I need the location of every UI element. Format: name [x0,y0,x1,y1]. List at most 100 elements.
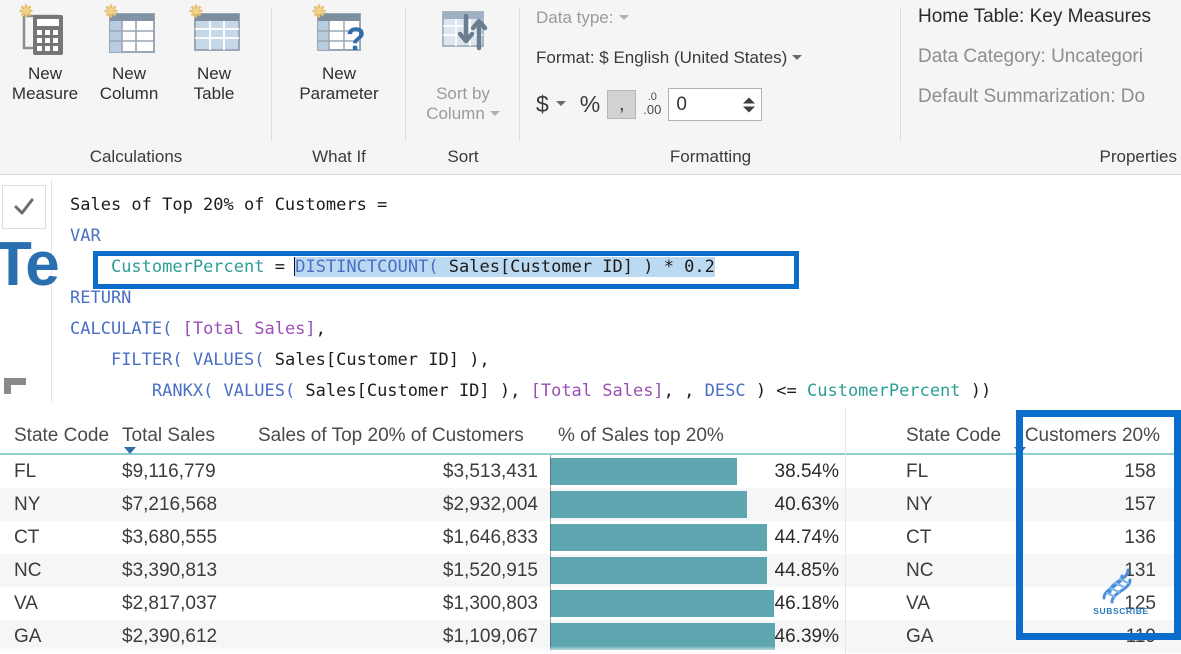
commit-formula-button[interactable] [2,185,46,229]
cell-total-sales: $3,390,813 [122,559,218,581]
table-row[interactable]: NC 131 [846,554,1181,587]
table-divider [845,409,846,654]
new-parameter-button[interactable]: ? New Parameter [282,2,396,104]
currency-format-button[interactable]: $ [536,93,549,116]
new-column-button[interactable]: New Column [89,2,169,104]
chevron-down-icon[interactable] [792,55,803,61]
cell-customers-20: 125 [1124,592,1156,614]
column-header-total-sales[interactable]: Total Sales [122,425,258,454]
edge-overlay-char: Te [0,230,60,299]
cell-state-code: CT [14,526,40,548]
formula-bar-area: Sales of Top 20% of Customers = VAR Cust… [0,176,1181,408]
column-header-state-code[interactable]: State Code [0,425,122,447]
cell-pct-databar: 46.18% [550,587,845,620]
cell-top20-sales: $1,520,915 [442,559,538,581]
right-table-body: FL 158 NY 157 CT 136 NC 131 VA 125 GA 119 [846,455,1181,653]
cell-total-sales: $2,817,037 [122,592,218,614]
default-summarization-label[interactable]: Default Summarization: Do [918,86,1145,108]
table-row[interactable]: FL 158 [846,455,1181,488]
cell-top20-sales: $1,109,067 [442,625,538,647]
table-row[interactable]: NY $7,216,568 $2,932,004 40.63% [0,488,845,521]
dax-rankx-fn: RANKX( VALUES( [151,381,296,401]
data-category-label[interactable]: Data Category: Uncategori [918,46,1143,68]
sort-descending-icon[interactable] [124,447,136,454]
dax-filter-fn: FILTER( VALUES( [110,350,265,370]
dax-rankx-args: , , [663,381,705,401]
cell-pct-label: 46.18% [774,592,839,614]
stepper-down-icon[interactable] [743,106,756,112]
ribbon-group-formatting: Data type: Format: $ English (United Sta… [520,0,901,175]
cell-state-code: VA [906,592,930,614]
new-column-label: New Column [99,64,159,104]
sort-by-column-button[interactable]: Sort by Column [413,2,513,124]
cell-pct-databar: 38.54% [550,455,845,488]
data-bar [550,524,767,551]
table-row[interactable]: CT $3,680,555 $1,646,833 44.74% [0,521,845,554]
cell-top20-sales: $1,300,803 [442,592,538,614]
left-data-table[interactable]: State Code Total Sales Sales of Top 20% … [0,409,845,653]
ribbon-group-label-whatif: What If [312,147,366,166]
format-toolbar: $ % , .0 .00 0 [536,88,763,121]
cell-customers-20: 158 [1124,460,1156,482]
dax-formula-editor[interactable]: Sales of Top 20% of Customers = VAR Cust… [51,180,1181,402]
data-bar [550,458,737,485]
new-measure-button[interactable]: New Measure [4,2,86,104]
stepper-buttons[interactable] [743,97,756,112]
dax-rankx-mid: ), [499,381,531,401]
ribbon-group-label-sort: Sort [447,147,479,166]
table-row[interactable]: CT 136 [846,521,1181,554]
dax-closing-parens: )) [960,381,992,401]
data-bar-axis [550,488,551,521]
thousands-separator-button[interactable]: , [607,90,637,119]
chevron-down-icon[interactable] [618,15,629,21]
cell-customers-20: 131 [1124,559,1156,581]
cell-pct-label: 40.63% [774,493,839,515]
power-bi-window: New Measure New Column New Table Calcula… [0,0,1181,654]
table-row[interactable]: NC $3,390,813 $1,520,915 44.85% [0,554,845,587]
column-header-customers-20[interactable]: Customers 20% [1002,425,1172,454]
cell-state-code: GA [906,625,934,647]
corner-marker [4,378,26,394]
sort-descending-icon-2[interactable] [1014,447,1026,454]
dax-compare-op: ) <= [745,381,807,401]
dax-distinctcount-fn: DISTINCTCOUNT( [295,257,439,277]
table-row[interactable]: VA 125 [846,587,1181,620]
format-row[interactable]: Format: $ English (United States) [536,48,803,68]
format-label: Format: $ English (United States) [536,48,788,67]
cell-state-code: GA [14,625,42,647]
new-table-button[interactable]: New Table [176,2,252,104]
cell-pct-label: 44.74% [774,526,839,548]
cell-pct-label: 44.85% [774,559,839,581]
column-header-state-code-2[interactable]: State Code [846,425,1002,447]
data-bar-axis [550,587,551,620]
dax-variable-name: CustomerPercent [110,257,265,277]
cell-customers-20: 157 [1124,493,1156,515]
data-bar [550,590,774,617]
table-row[interactable]: VA $2,817,037 $1,300,803 46.18% [0,587,845,620]
ribbon: New Measure New Column New Table Calcula… [0,0,1181,175]
column-header-top20-sales[interactable]: Sales of Top 20% of Customers [258,425,550,447]
table-row[interactable]: GA 119 [846,620,1181,653]
percent-format-button[interactable]: % [580,93,600,116]
chevron-down-icon[interactable] [489,111,500,117]
decimal-subscript: .00 [643,102,662,118]
right-data-table[interactable]: State Code Customers 20% FL 158 NY 157 CT 136… [846,409,1181,653]
decimal-places-icon[interactable]: .0 .00 [643,91,662,118]
table-question-icon: ? [306,2,372,64]
ribbon-group-label-properties: Properties [1099,147,1177,166]
table-row[interactable]: NY 157 [846,488,1181,521]
dax-column-ref-2: Sales[Customer ID] [264,350,470,370]
column-header-pct-sales[interactable]: % of Sales top 20% [550,425,845,447]
table-row[interactable]: FL $9,116,779 $3,513,431 38.54% [0,455,845,488]
decimal-places-stepper[interactable]: 0 [668,88,763,121]
data-type-row[interactable]: Data type: [536,8,629,28]
cell-state-code: CT [906,526,932,548]
cell-customers-20: 136 [1124,526,1156,548]
table-icon [183,2,245,64]
stepper-up-icon[interactable] [743,97,756,103]
cell-pct-databar: 44.74% [550,521,845,554]
chevron-down-icon[interactable] [555,101,566,106]
cell-top20-sales: $1,646,833 [442,526,538,548]
cell-state-code: FL [906,460,929,482]
cell-state-code: NY [906,493,933,515]
